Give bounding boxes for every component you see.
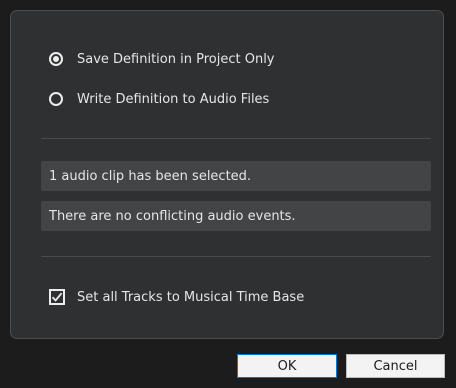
separator xyxy=(41,138,431,139)
checkbox-checked-icon[interactable] xyxy=(49,289,65,305)
clips-selected-info: 1 audio clip has been selected. xyxy=(41,161,431,191)
separator xyxy=(41,256,431,257)
musical-time-base-checkbox-row[interactable]: Set all Tracks to Musical Time Base xyxy=(49,287,304,307)
radio-selected-icon[interactable] xyxy=(49,52,63,66)
write-to-files-option[interactable]: Write Definition to Audio Files xyxy=(49,89,269,109)
ok-button[interactable]: OK xyxy=(237,354,337,378)
save-in-project-label: Save Definition in Project Only xyxy=(77,51,275,67)
write-to-files-label: Write Definition to Audio Files xyxy=(77,91,270,107)
dialog-panel: Save Definition in Project Only Write De… xyxy=(10,10,444,339)
conflicts-info: There are no conflicting audio events. xyxy=(41,201,431,231)
musical-time-base-label: Set all Tracks to Musical Time Base xyxy=(77,289,305,305)
radio-unselected-icon[interactable] xyxy=(49,92,63,106)
save-in-project-option[interactable]: Save Definition in Project Only xyxy=(49,49,275,69)
cancel-button[interactable]: Cancel xyxy=(346,354,445,378)
